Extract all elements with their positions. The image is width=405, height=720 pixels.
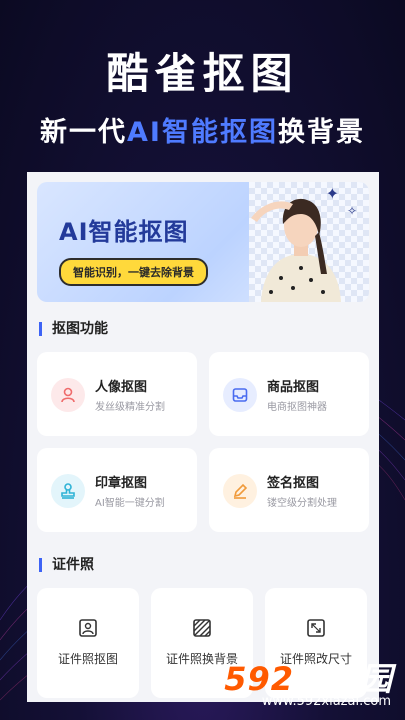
id-tool-label: 证件照抠图 bbox=[57, 652, 118, 666]
pen-icon bbox=[223, 474, 257, 508]
id-tool-cutout[interactable]: 证件照抠图 bbox=[37, 588, 139, 698]
app-screen: ✦ ✧ AI智能抠图 智能识别，一键去除背景 抠图功能 人像抠图 发丝级精准分割… bbox=[27, 172, 379, 702]
banner-tagline: 智能识别，一键去除背景 bbox=[59, 258, 208, 286]
section-title-cutout: 抠图功能 bbox=[39, 322, 108, 336]
feature-title: 印章抠图 bbox=[95, 476, 148, 491]
stamp-icon bbox=[51, 474, 85, 508]
feature-card-signature[interactable]: 签名抠图 镂空级分割处理 bbox=[209, 448, 369, 532]
feature-card-portrait[interactable]: 人像抠图 发丝级精准分割 bbox=[37, 352, 197, 436]
portrait-icon bbox=[79, 619, 97, 637]
resize-icon bbox=[307, 619, 325, 637]
watermark-number: 592 bbox=[224, 660, 294, 698]
feature-desc: 发丝级精准分割 bbox=[95, 402, 165, 413]
watermark-text: 软件园 bbox=[293, 660, 393, 698]
feature-desc: 电商抠图神器 bbox=[267, 402, 327, 413]
sparkle-icon: ✧ bbox=[346, 204, 357, 218]
site-watermark: 592软件园 www.592xiazai.com bbox=[182, 654, 397, 712]
subtitle-highlight: AI智能抠图 bbox=[127, 117, 278, 148]
feature-card-product[interactable]: 商品抠图 电商抠图神器 bbox=[209, 352, 369, 436]
sparkle-icon: ✦ bbox=[325, 184, 339, 203]
feature-desc: AI智能一键分割 bbox=[95, 498, 165, 509]
app-subtitle: 新一代AI智能抠图换背景 bbox=[0, 110, 405, 149]
section-title-idphoto: 证件照 bbox=[39, 558, 94, 572]
inbox-icon bbox=[223, 378, 257, 412]
feature-title: 人像抠图 bbox=[95, 380, 148, 395]
watermark-url: www.592xiazai.com bbox=[261, 694, 391, 709]
banner-title: AI智能抠图 bbox=[59, 218, 189, 246]
subtitle-prefix: 新一代 bbox=[40, 117, 128, 148]
model-photo bbox=[251, 198, 341, 302]
feature-title: 商品抠图 bbox=[267, 380, 320, 395]
app-title: 酷雀抠图 bbox=[106, 49, 299, 98]
person-icon bbox=[51, 378, 85, 412]
feature-title: 签名抠图 bbox=[267, 476, 320, 491]
feature-desc: 镂空级分割处理 bbox=[267, 498, 337, 509]
feature-card-stamp[interactable]: 印章抠图 AI智能一键分割 bbox=[37, 448, 197, 532]
promo-banner[interactable]: ✦ ✧ AI智能抠图 智能识别，一键去除背景 bbox=[37, 182, 369, 302]
background-icon bbox=[193, 619, 211, 637]
subtitle-suffix: 换背景 bbox=[277, 117, 365, 148]
